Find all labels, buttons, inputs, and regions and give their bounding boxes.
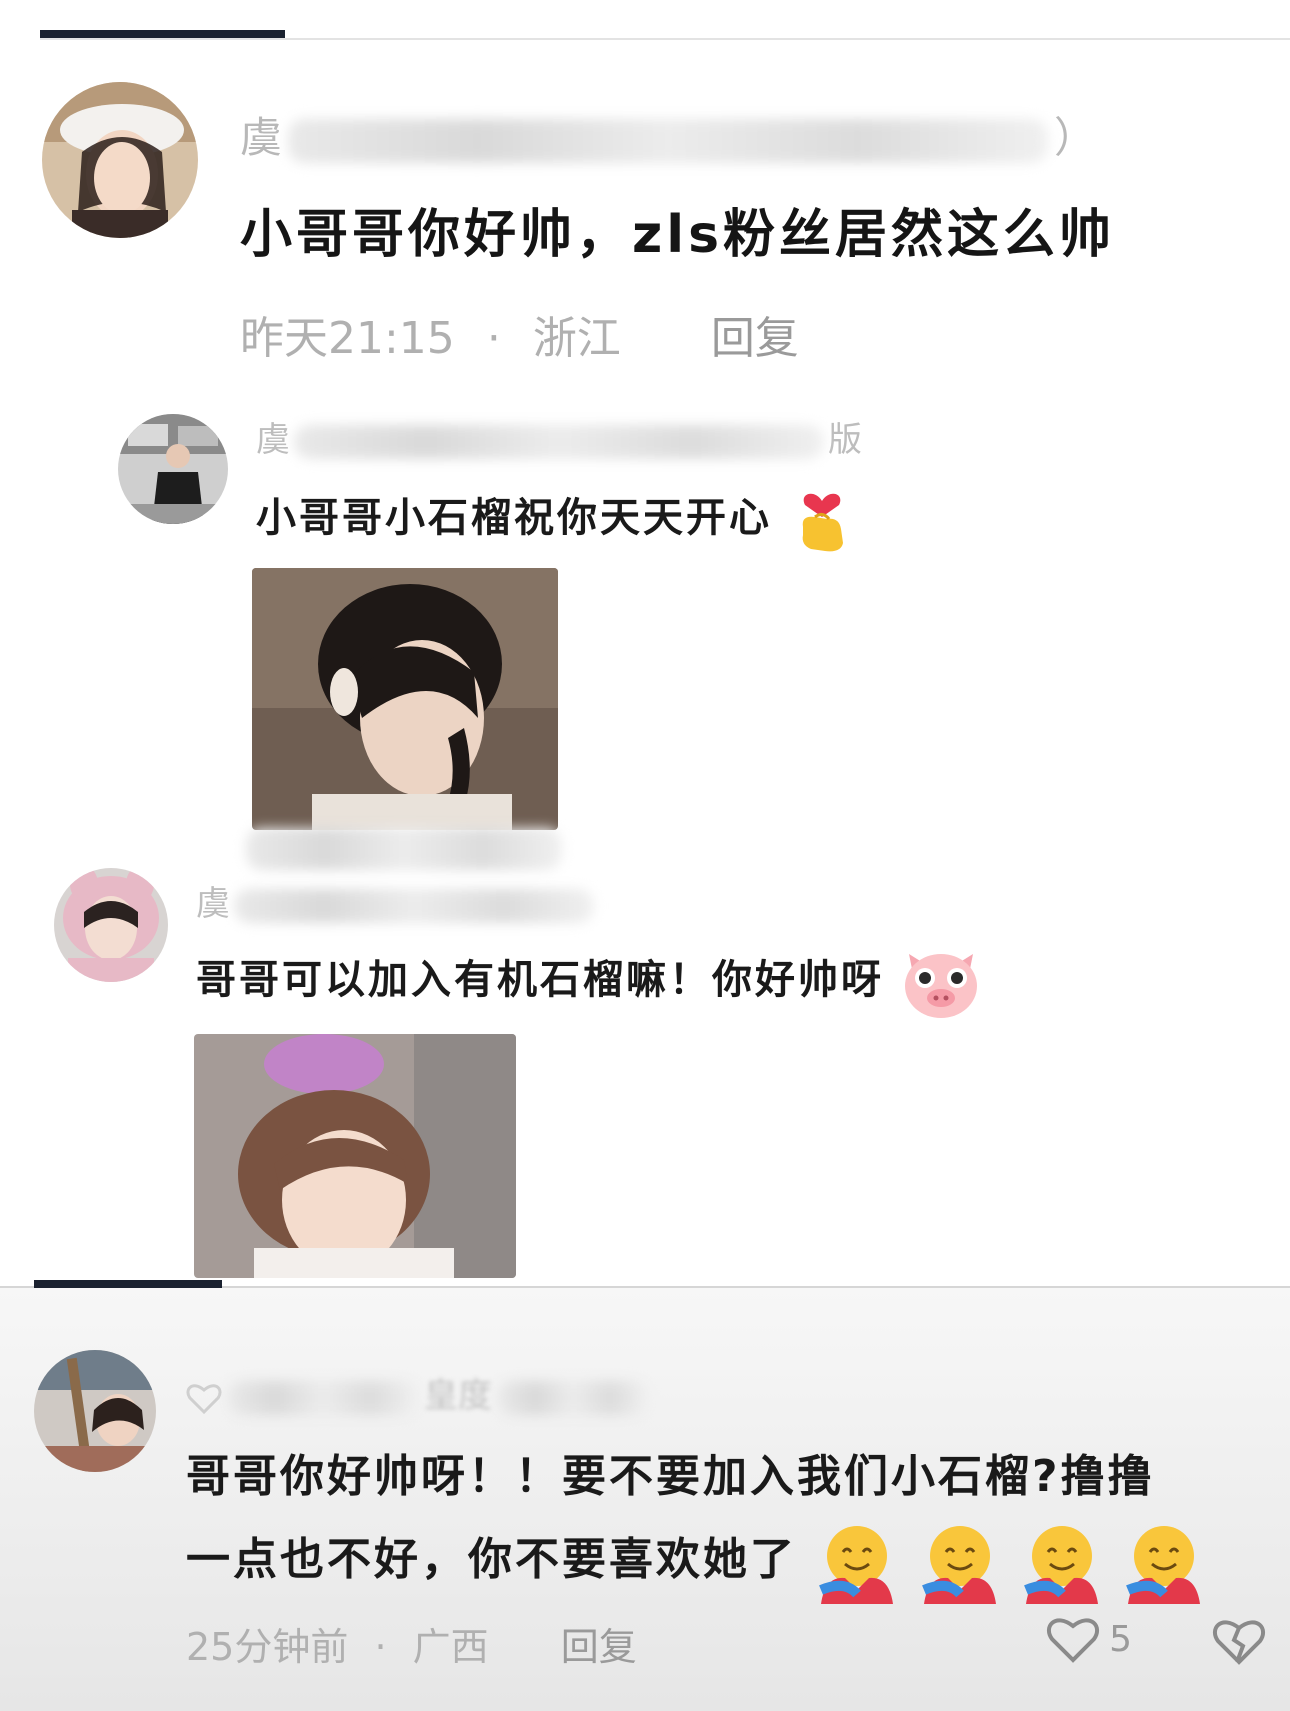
username-redaction — [498, 1380, 648, 1415]
reply-avatar[interactable] — [118, 414, 228, 524]
reply-photo — [252, 568, 558, 830]
reply-text: 哥哥可以加入有机石榴嘛！你好帅呀 — [196, 944, 981, 1020]
username-redaction — [294, 424, 824, 459]
like-button[interactable]: 5 — [1046, 1614, 1132, 1664]
username-tail: ） — [1054, 113, 1097, 162]
commenter-avatar[interactable] — [42, 82, 198, 238]
avatar-photo — [118, 414, 228, 524]
bottom-scroll-indicator — [34, 1280, 222, 1288]
meta-separator: · — [486, 313, 501, 364]
username-redaction — [288, 118, 1049, 163]
meta-separator: · — [374, 1625, 387, 1669]
comment-text-content: 一点也不好，你不要喜欢她了 — [186, 1534, 797, 1585]
comment-location: 浙江 — [532, 313, 621, 364]
reply-text: 小哥哥小石榴祝你天天开心 — [256, 485, 851, 553]
pig-face-icon — [901, 944, 981, 1020]
dislike-broken-heart-icon[interactable] — [1212, 1616, 1266, 1666]
heart-outline-icon — [186, 1382, 222, 1414]
commenter-username[interactable]: 虞） — [240, 104, 1096, 165]
comment-time: 25分钟前 — [186, 1625, 349, 1669]
avatar-photo — [42, 82, 198, 238]
hugging-face-icon — [1020, 1520, 1104, 1604]
hugging-face-icon — [1122, 1520, 1206, 1604]
username-redaction — [228, 1380, 418, 1415]
top-scroll-indicator — [40, 30, 285, 38]
reply-button[interactable]: 回复 — [561, 1625, 637, 1669]
reply-button[interactable]: 回复 — [711, 313, 799, 364]
reply-text-content: 小哥哥小石榴祝你天天开心 — [256, 495, 772, 541]
reply-image[interactable] — [194, 1034, 516, 1278]
comment-meta: 25分钟前 · 广西 回复 — [186, 1616, 637, 1671]
username-first-char: 虞 — [196, 884, 230, 924]
comment-text-line2: 一点也不好，你不要喜欢她了 — [186, 1520, 1206, 1604]
username-first-char: 虞 — [240, 113, 283, 162]
reply-text-content: 哥哥可以加入有机石榴嘛！你好帅呀 — [196, 957, 884, 1003]
avatar-photo — [54, 868, 168, 982]
comment-meta: 昨天21:15 · 浙江 回复 — [240, 302, 799, 366]
top-divider — [40, 38, 1290, 40]
reply-photo — [194, 1034, 516, 1278]
image-caption-redaction — [246, 828, 562, 870]
heart-outline-icon — [1046, 1614, 1100, 1664]
username-tail: 版 — [828, 420, 862, 460]
comment-text: 小哥哥你好帅，zls粉丝居然这么帅 — [240, 205, 1116, 265]
avatar-photo — [34, 1350, 156, 1472]
hugging-face-icon — [815, 1520, 899, 1604]
commenter-username[interactable]: 皇度 — [186, 1368, 654, 1417]
reply-username[interactable]: 虞 — [196, 876, 598, 925]
reply-image[interactable] — [252, 568, 558, 830]
comment-text-line1: 哥哥你好帅呀！！要不要加入我们小石榴?撸撸 — [186, 1451, 1155, 1502]
finger-heart-icon — [793, 487, 851, 553]
commenter-avatar[interactable] — [34, 1350, 156, 1472]
username-first-char: 虞 — [256, 420, 290, 460]
comment-time: 昨天21:15 — [240, 313, 455, 364]
hugging-face-icon — [918, 1520, 1002, 1604]
reply-avatar[interactable] — [54, 868, 168, 982]
username-tail: 皇度 — [424, 1376, 492, 1416]
username-redaction — [234, 888, 594, 923]
comment-location: 广西 — [412, 1625, 489, 1669]
reply-username[interactable]: 虞版 — [256, 412, 862, 461]
like-count: 5 — [1109, 1618, 1132, 1660]
